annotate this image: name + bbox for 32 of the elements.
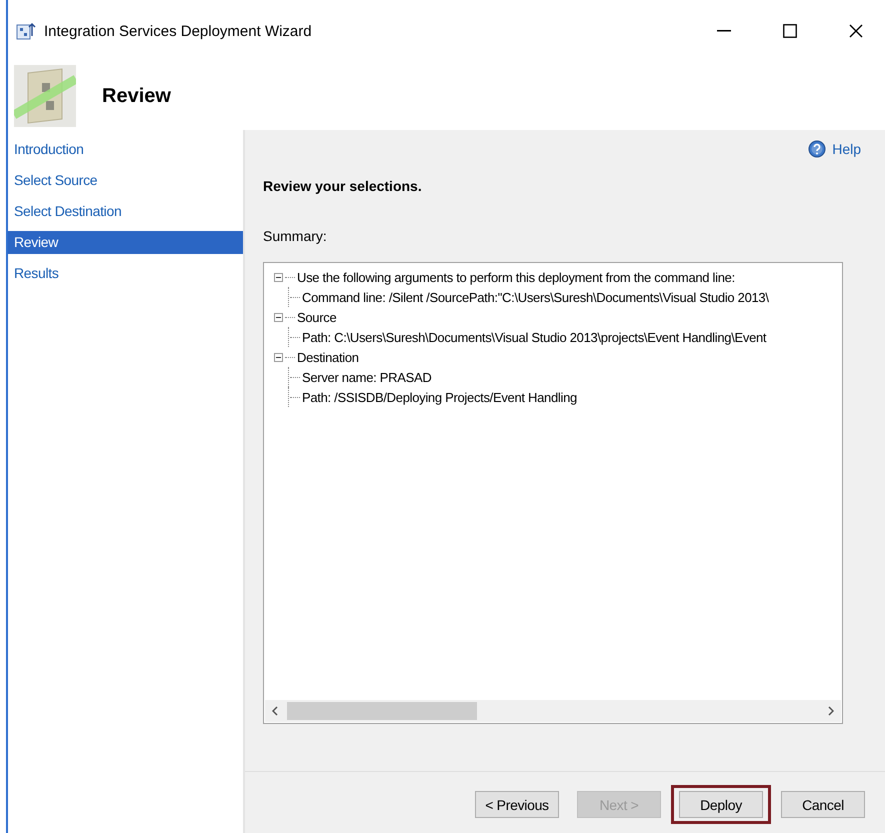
- collapse-icon[interactable]: [274, 352, 283, 362]
- tree-label: Command line: /Silent /SourcePath:"C:\Users\Suresh\Documents\Visual Studio 2013\: [302, 290, 769, 304]
- summary-label: Summary:: [263, 228, 328, 244]
- close-icon[interactable]: [849, 24, 863, 38]
- tree-label: Path: /SSISDB/Deploying Projects/Event Handling: [302, 390, 577, 404]
- wizard-banner-icon: [14, 65, 76, 127]
- sidebar-item[interactable]: Results: [8, 262, 243, 285]
- collapse-icon[interactable]: [274, 312, 283, 322]
- wizard-button[interactable]: Cancel: [781, 791, 865, 818]
- wizard-button[interactable]: Deploy: [679, 791, 763, 818]
- scroll-right-icon[interactable]: [828, 706, 834, 716]
- tree-label: Server name: PRASAD: [302, 370, 432, 384]
- page-title: Review: [102, 84, 171, 108]
- tree-label: Destination: [297, 350, 359, 364]
- window-title: Integration Services Deployment Wizard: [44, 22, 313, 40]
- section-heading: Review your selections.: [263, 178, 423, 194]
- sidebar-item[interactable]: Select Destination: [8, 200, 243, 223]
- sidebar-item[interactable]: Select Source: [8, 169, 243, 192]
- collapse-icon[interactable]: [274, 272, 283, 282]
- tree-label: Use the following arguments to perform this deployment from the command line:: [297, 270, 735, 284]
- horizontal-scrollbar[interactable]: [265, 700, 841, 722]
- tree-label: Source: [297, 310, 336, 324]
- maximize-icon[interactable]: [783, 24, 797, 38]
- help-link[interactable]: Help: [808, 140, 861, 158]
- help-icon: [808, 140, 826, 158]
- wizard-button[interactable]: < Previous: [475, 791, 559, 818]
- sidebar-item[interactable]: Introduction: [8, 138, 243, 161]
- tree-label: Path: C:\Users\Suresh\Documents\Visual Studio 2013\projects\Event Handling\Event: [302, 330, 766, 344]
- minimize-icon[interactable]: [717, 30, 731, 32]
- sidebar-item[interactable]: Review: [8, 231, 243, 254]
- scroll-left-icon[interactable]: [272, 706, 278, 716]
- app-icon: [16, 22, 36, 40]
